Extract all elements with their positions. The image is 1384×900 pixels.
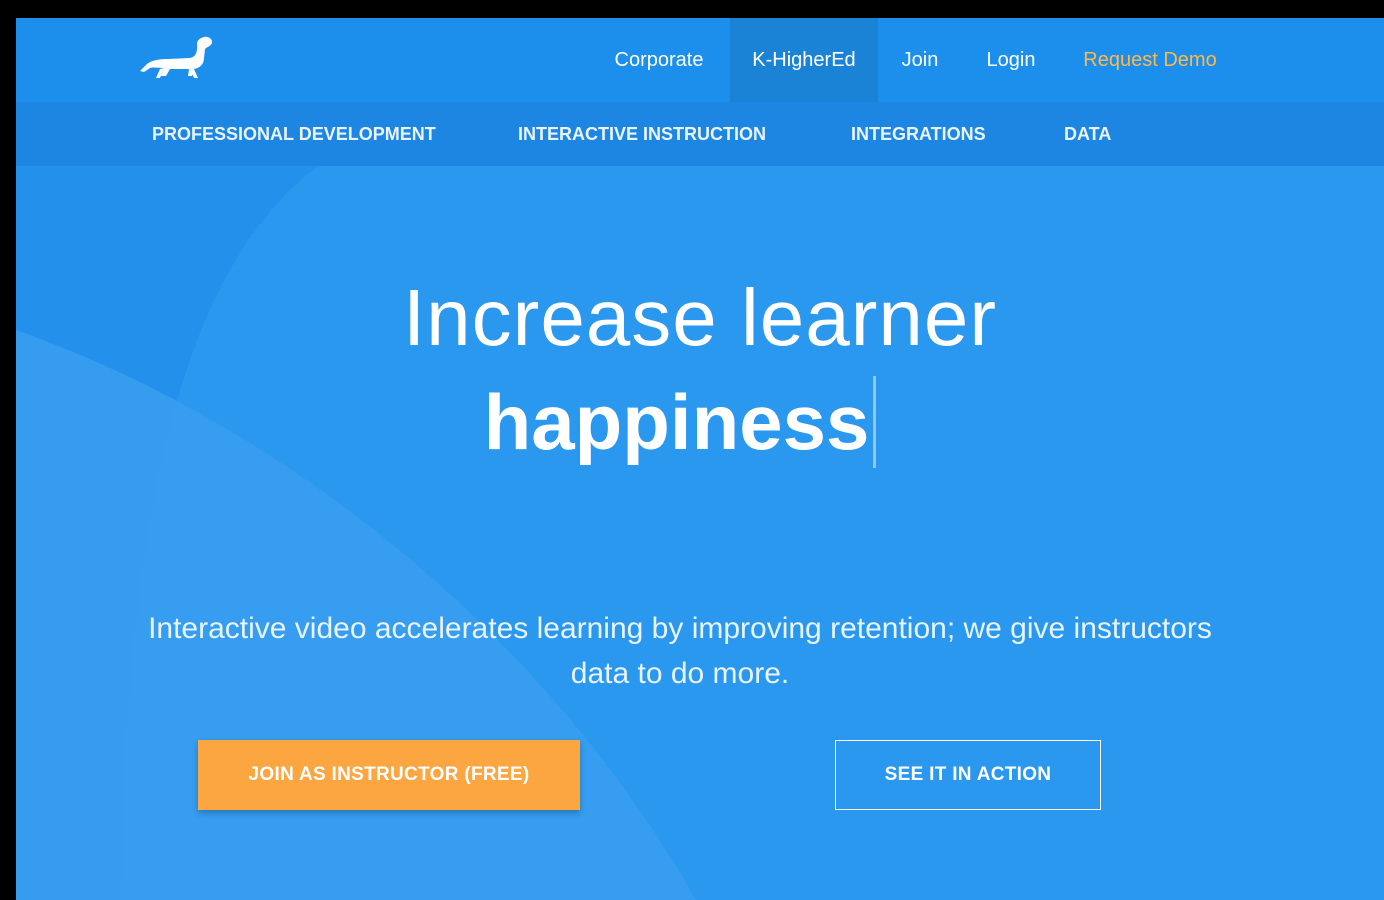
page-viewport: Corporate K-HigherEd Join Login Request … [16,18,1384,900]
subnav-integrations[interactable]: INTEGRATIONS [851,102,986,166]
top-header: Corporate K-HigherEd Join Login Request … [16,18,1384,102]
subnav-data[interactable]: DATA [1064,102,1111,166]
hero-subtitle: Interactive video accelerates learning b… [148,612,1212,690]
hero-headline-line1: Increase learner [402,273,998,362]
nav-k-highered[interactable]: K-HigherEd [730,18,878,102]
nav-join[interactable]: Join [890,18,950,102]
subnav-professional-development[interactable]: PROFESSIONAL DEVELOPMENT [152,102,436,166]
see-it-in-action-button[interactable]: SEE IT IN ACTION [835,740,1101,810]
nav-request-demo[interactable]: Request Demo [1072,18,1228,102]
sub-navigation: PROFESSIONAL DEVELOPMENT INTERACTIVE INS… [16,102,1384,166]
nav-corporate[interactable]: Corporate [604,18,714,102]
typing-caret [873,376,877,469]
hero-headline-keyword: happiness [483,378,870,466]
subnav-interactive-instruction[interactable]: INTERACTIVE INSTRUCTION [518,102,766,166]
join-as-instructor-button[interactable]: JOIN AS INSTRUCTOR (FREE) [198,740,580,810]
dachshund-logo-icon[interactable] [134,34,218,82]
hero-headline-line2: happiness [16,374,1344,474]
nav-login[interactable]: Login [976,18,1046,102]
